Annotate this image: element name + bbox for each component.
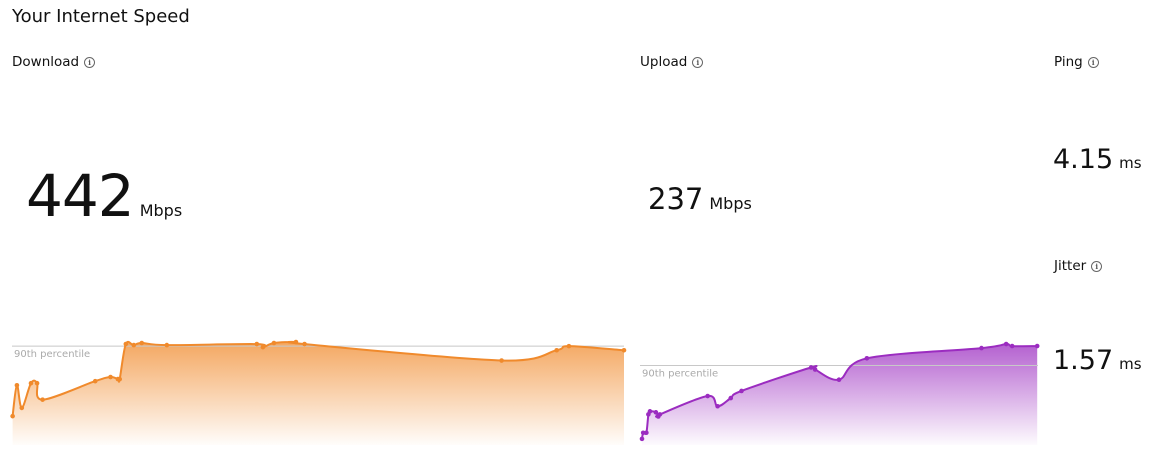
upload-chart: 90th percentile	[639, 341, 1040, 445]
download-area	[12, 341, 624, 445]
download-point	[123, 341, 129, 347]
download-point	[554, 347, 559, 353]
upload-metric: 237 Mbps	[648, 182, 752, 216]
download-point	[260, 344, 266, 350]
upload-point	[1034, 343, 1040, 349]
upload-point	[808, 365, 814, 370]
download-point	[34, 380, 40, 386]
download-label-text: Download	[12, 54, 80, 70]
download-value: 442	[26, 162, 135, 230]
upload-point	[715, 403, 720, 409]
download-point	[139, 340, 145, 346]
ping-label-text: Ping	[1054, 54, 1083, 70]
download-point	[117, 376, 123, 382]
download-percentile-label: 90th percentile	[14, 349, 90, 360]
download-point	[254, 341, 260, 347]
upload-value: 237	[648, 182, 704, 216]
upload-point	[1009, 343, 1015, 349]
upload-label-text: Upload	[640, 54, 688, 70]
upload-point	[657, 412, 663, 417]
upload-point	[836, 377, 842, 383]
upload-area	[641, 343, 1038, 445]
upload-point	[647, 409, 653, 414]
ping-metric: 4.15 ms	[1053, 144, 1142, 175]
info-icon[interactable]: i	[692, 56, 704, 68]
upload-label: Upload i	[640, 54, 704, 70]
download-unit: Mbps	[139, 201, 183, 220]
download-point	[10, 413, 15, 419]
jitter-value: 1.57	[1053, 345, 1114, 376]
info-icon[interactable]: i	[84, 56, 96, 68]
upload-point	[864, 356, 870, 361]
download-point	[92, 378, 98, 384]
jitter-label: Jitter i	[1054, 258, 1103, 274]
upload-point	[644, 430, 649, 436]
ping-value: 4.15	[1053, 144, 1114, 175]
upload-point	[728, 395, 734, 401]
download-point	[621, 347, 627, 353]
upload-point	[705, 393, 710, 399]
upload-point	[739, 388, 744, 394]
download-point	[108, 374, 113, 380]
info-icon[interactable]: i	[1091, 260, 1103, 272]
upload-point	[979, 345, 984, 351]
jitter-label-text: Jitter	[1054, 258, 1087, 274]
download-label: Download i	[12, 54, 96, 70]
upload-point	[1003, 341, 1009, 347]
download-point	[19, 405, 25, 411]
download-point	[164, 342, 170, 348]
download-point	[28, 380, 34, 386]
download-chart: 90th percentile	[10, 339, 627, 445]
info-icon[interactable]: i	[1087, 56, 1099, 68]
jitter-metric: 1.57 ms	[1053, 345, 1142, 376]
ping-unit: ms	[1119, 154, 1142, 172]
upload-point	[639, 436, 645, 442]
page-title: Your Internet Speed	[12, 6, 190, 27]
jitter-unit: ms	[1119, 355, 1142, 373]
download-point	[14, 382, 20, 388]
download-point	[499, 358, 504, 363]
download-point	[302, 341, 307, 347]
download-point	[293, 339, 299, 345]
download-point	[40, 397, 45, 402]
upload-percentile-label: 90th percentile	[642, 368, 718, 379]
download-point	[131, 342, 137, 348]
ping-label: Ping i	[1054, 54, 1099, 70]
upload-unit: Mbps	[709, 194, 752, 213]
download-point	[271, 340, 277, 346]
upload-point	[653, 410, 659, 415]
download-point	[566, 343, 572, 349]
upload-point	[812, 367, 818, 372]
download-metric: 442 Mbps	[26, 162, 182, 230]
